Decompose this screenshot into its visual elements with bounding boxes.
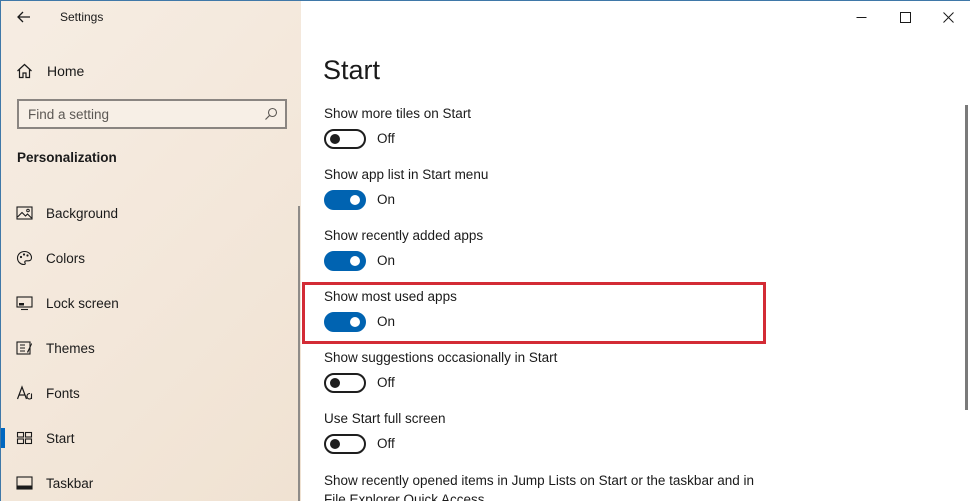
image-icon bbox=[16, 206, 33, 220]
app-title: Settings bbox=[60, 10, 104, 24]
lock-screen-icon bbox=[16, 296, 33, 311]
fonts-icon bbox=[16, 385, 33, 400]
toggle-knob bbox=[330, 439, 340, 449]
taskbar-icon bbox=[16, 476, 33, 490]
start-icon bbox=[16, 431, 33, 445]
sidebar-item-label: Colors bbox=[46, 251, 86, 266]
sidebar-item-label: Start bbox=[46, 431, 75, 446]
close-button[interactable] bbox=[934, 7, 962, 27]
sidebar-item-background[interactable]: Background bbox=[1, 196, 301, 230]
main-scrollbar[interactable] bbox=[965, 105, 968, 410]
setting-label: Show more tiles on Start bbox=[324, 106, 472, 121]
recently-added-toggle[interactable] bbox=[324, 251, 366, 271]
sidebar: Settings Home Personalization Background bbox=[1, 1, 301, 501]
sidebar-item-label: Taskbar bbox=[46, 476, 94, 491]
sidebar-item-lock-screen[interactable]: Lock screen bbox=[1, 286, 301, 320]
main-pane: Start Show more tiles on Start Off Show … bbox=[301, 1, 970, 501]
sidebar-item-themes[interactable]: Themes bbox=[1, 331, 301, 365]
more-tiles-toggle[interactable] bbox=[324, 129, 366, 149]
toggle-state-label: Off bbox=[377, 375, 395, 390]
setting-label: Show app list in Start menu bbox=[324, 167, 489, 182]
home-label: Home bbox=[47, 63, 85, 79]
toggle-state-label: On bbox=[377, 192, 396, 207]
home-icon bbox=[17, 63, 32, 79]
sidebar-item-label: Lock screen bbox=[46, 296, 119, 311]
sidebar-scrollbar[interactable] bbox=[298, 206, 300, 501]
back-arrow-icon bbox=[17, 11, 30, 23]
setting-recently-added: Show recently added apps On bbox=[324, 228, 944, 275]
setting-label-line2: File Explorer Quick Access bbox=[324, 492, 485, 501]
search-icon bbox=[265, 107, 278, 120]
search-input[interactable] bbox=[19, 101, 259, 127]
maximize-icon bbox=[899, 11, 911, 23]
setting-jump-lists: Show recently opened items in Jump Lists… bbox=[324, 473, 944, 501]
setting-suggestions: Show suggestions occasionally in Start O… bbox=[324, 350, 944, 397]
themes-icon bbox=[16, 341, 32, 355]
setting-label: Show suggestions occasionally in Start bbox=[324, 350, 558, 365]
sidebar-item-label: Themes bbox=[46, 341, 95, 356]
setting-full-screen: Use Start full screen Off bbox=[324, 411, 944, 458]
setting-more-tiles: Show more tiles on Start Off bbox=[324, 106, 944, 153]
app-list-toggle[interactable] bbox=[324, 190, 366, 210]
settings-window: Settings Home Personalization Background bbox=[0, 0, 970, 501]
full-screen-toggle[interactable] bbox=[324, 434, 366, 454]
toggle-state-label: Off bbox=[377, 436, 395, 451]
search-box[interactable] bbox=[17, 99, 287, 129]
palette-icon bbox=[16, 250, 33, 266]
sidebar-item-colors[interactable]: Colors bbox=[1, 241, 301, 275]
setting-label: Show recently added apps bbox=[324, 228, 484, 243]
back-button[interactable] bbox=[13, 7, 35, 27]
sidebar-item-label: Fonts bbox=[46, 386, 80, 401]
setting-app-list: Show app list in Start menu On bbox=[324, 167, 944, 214]
sidebar-item-label: Background bbox=[46, 206, 119, 221]
minimize-icon bbox=[856, 16, 866, 18]
sidebar-item-start[interactable]: Start bbox=[1, 421, 301, 455]
highlight-box bbox=[302, 282, 766, 344]
toggle-knob bbox=[350, 256, 360, 266]
sidebar-item-taskbar[interactable]: Taskbar bbox=[1, 466, 301, 500]
maximize-button[interactable] bbox=[891, 7, 919, 27]
section-title: Personalization bbox=[17, 150, 117, 165]
title-bar: Settings bbox=[1, 1, 301, 33]
setting-label: Use Start full screen bbox=[324, 411, 446, 426]
setting-label-line1: Show recently opened items in Jump Lists… bbox=[324, 473, 754, 488]
toggle-state-label: On bbox=[377, 253, 396, 268]
toggle-knob bbox=[330, 378, 340, 388]
suggestions-toggle[interactable] bbox=[324, 373, 366, 393]
close-icon bbox=[942, 11, 954, 23]
sidebar-item-fonts[interactable]: Fonts bbox=[1, 376, 301, 410]
toggle-knob bbox=[350, 195, 360, 205]
toggle-state-label: Off bbox=[377, 131, 395, 146]
toggle-knob bbox=[330, 134, 340, 144]
minimize-button[interactable] bbox=[847, 7, 875, 27]
page-title: Start bbox=[323, 55, 381, 85]
home-nav[interactable]: Home bbox=[1, 57, 301, 85]
